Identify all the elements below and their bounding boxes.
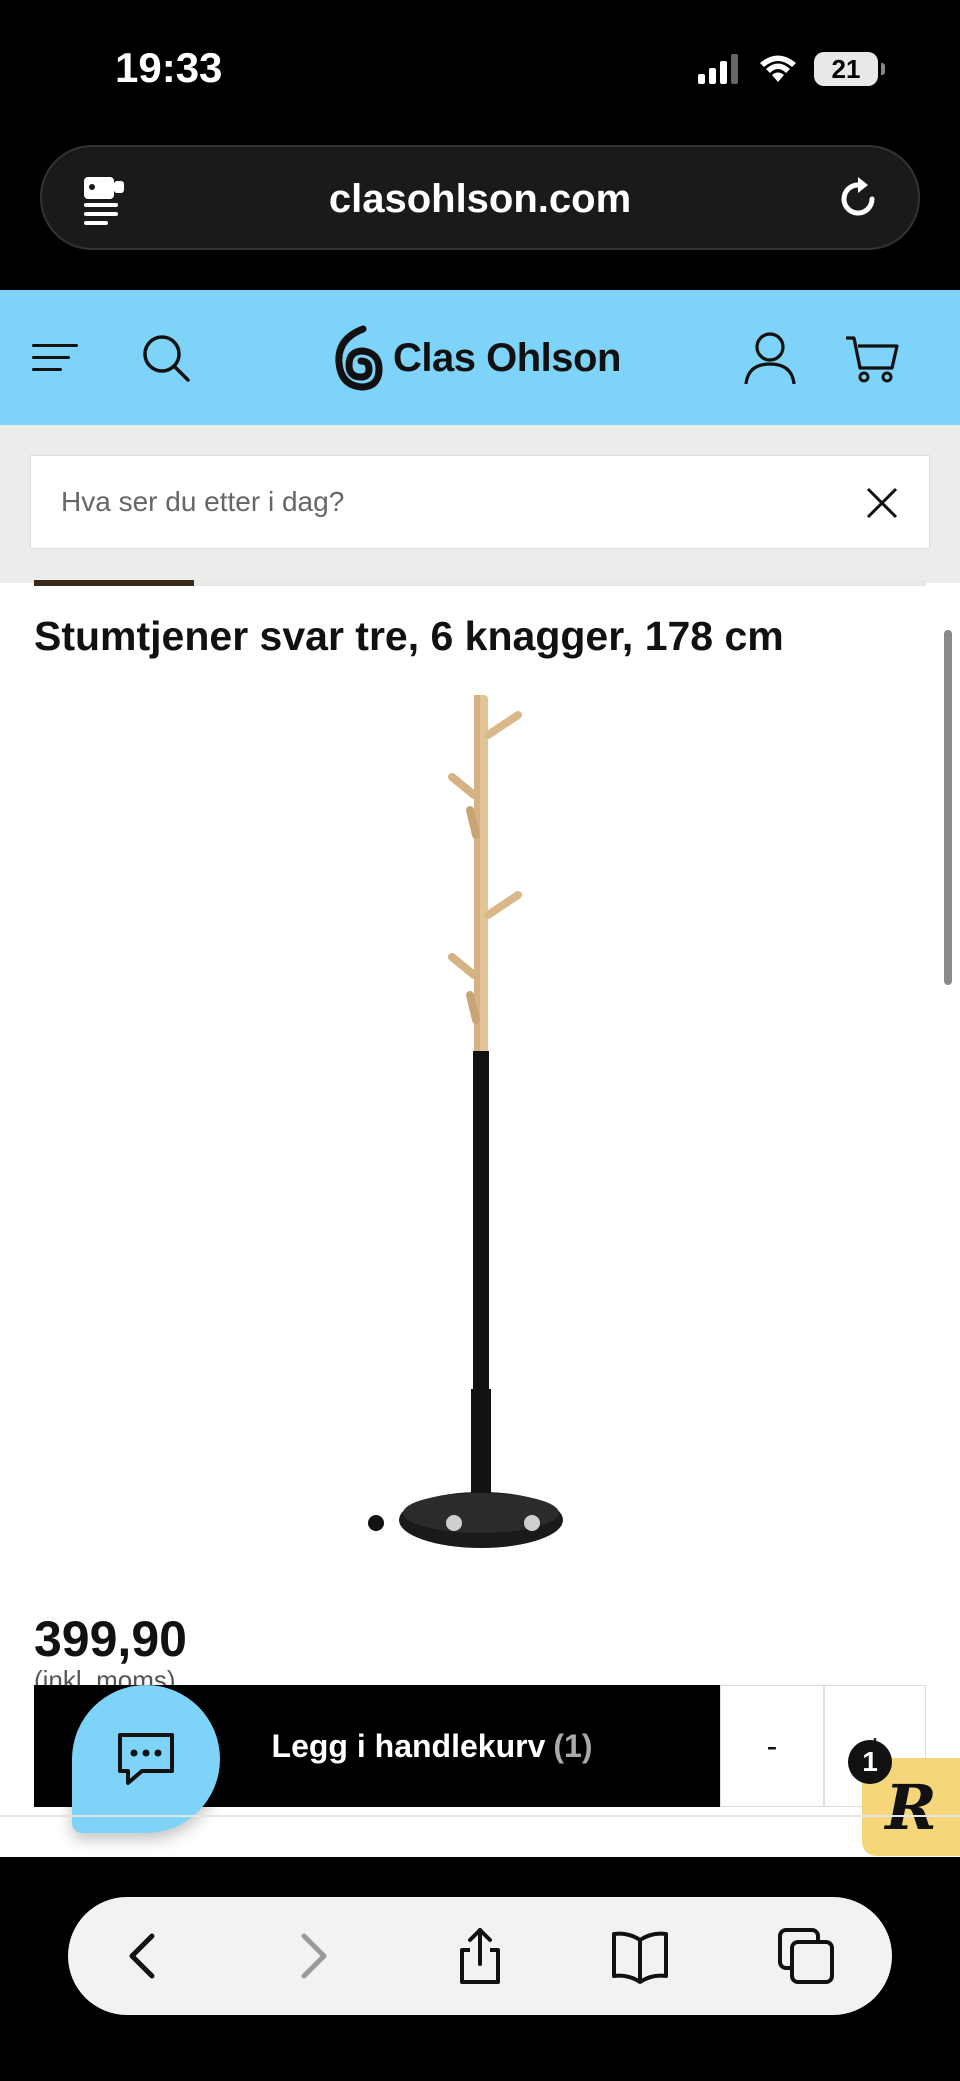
quantity-minus-button[interactable]: - xyxy=(720,1685,824,1807)
product-image-coat-stand[interactable] xyxy=(300,685,630,1565)
image-carousel-dots xyxy=(0,1515,960,1535)
back-arrow-icon[interactable] xyxy=(114,1926,174,1986)
brand-logo[interactable]: Clas Ohlson xyxy=(333,325,621,391)
forward-arrow-icon[interactable] xyxy=(282,1926,342,1986)
bookmarks-book-icon[interactable] xyxy=(610,1926,670,1986)
hamburger-menu-icon[interactable] xyxy=(30,330,86,386)
browser-toolbar-area xyxy=(0,1857,960,2081)
user-account-icon[interactable] xyxy=(742,330,798,386)
shopping-cart-icon[interactable] xyxy=(844,330,900,386)
site-header: Clas Ohlson xyxy=(0,290,960,425)
product-title: Stumtjener svar tre, 6 knagger, 178 cm xyxy=(34,613,784,659)
brand-name: Clas Ohlson xyxy=(393,335,621,380)
status-time: 19:33 xyxy=(115,44,223,91)
status-bar: 19:33 21 xyxy=(0,0,960,140)
carousel-dot-1[interactable] xyxy=(368,1515,384,1531)
search-icon[interactable] xyxy=(138,330,194,386)
search-area xyxy=(0,425,960,583)
previous-content-divider xyxy=(194,580,926,586)
page-scrollbar[interactable] xyxy=(944,630,952,985)
clas-ohlson-logo-icon xyxy=(335,325,383,391)
tabs-icon[interactable] xyxy=(776,1926,836,1986)
search-box xyxy=(30,455,930,549)
page-divider xyxy=(0,1815,960,1817)
search-input[interactable] xyxy=(61,456,841,548)
browser-toolbar xyxy=(68,1897,892,2015)
previous-content-strip xyxy=(34,580,194,586)
carousel-dot-3[interactable] xyxy=(524,1515,540,1531)
reload-icon[interactable] xyxy=(832,173,884,225)
close-icon[interactable] xyxy=(865,486,899,520)
chat-bubble-icon xyxy=(118,1733,174,1785)
browser-address-bar[interactable]: clasohlson.com xyxy=(40,145,920,250)
web-page: Clas Ohlson Stumtjener svar tre, 6 knagg… xyxy=(0,290,960,1857)
carousel-dot-2[interactable] xyxy=(446,1515,462,1531)
rewards-count-badge: 1 xyxy=(848,1740,892,1784)
product-price: 399,90 xyxy=(34,1611,187,1667)
url-text[interactable]: clasohlson.com xyxy=(42,177,918,222)
share-icon[interactable] xyxy=(450,1926,510,1986)
status-icons: 21 xyxy=(698,52,885,86)
battery-indicator: 21 xyxy=(814,52,885,86)
wifi-icon xyxy=(760,55,796,82)
cellular-signal-icon xyxy=(698,54,738,84)
chat-button[interactable] xyxy=(72,1685,220,1833)
add-to-cart-label: Legg i handlekurv xyxy=(271,1727,546,1764)
add-to-cart-quantity: (1) xyxy=(553,1727,593,1764)
